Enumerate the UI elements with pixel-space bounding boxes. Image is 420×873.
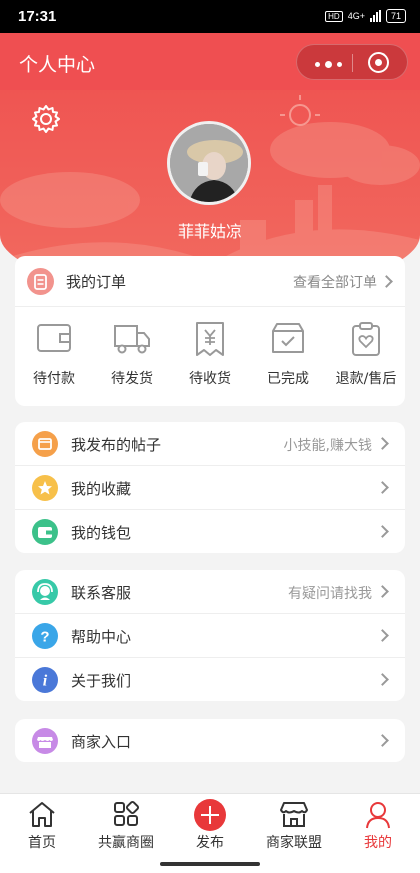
menu-item-label: 帮助中心 [71,628,132,646]
menu-item-label: 我的收藏 [71,480,132,498]
svg-text:i: i [43,673,48,690]
network-label: 4G+ [347,11,365,21]
tab-publish[interactable]: 发布 [168,794,252,855]
chevron-right-icon [376,673,389,686]
nav-bar: 个人中心 [0,33,420,90]
menu-item-about-us[interactable]: i 关于我们 [15,658,405,702]
post-icon [32,431,58,457]
tab-label: 共赢商圈 [98,835,154,851]
chevron-right-icon [376,734,389,747]
grid-icon [114,800,140,826]
menu-group-1: 我发布的帖子 小技能,赚大钱 我的收藏 我的钱包 [15,422,405,553]
close-target-icon[interactable] [368,52,389,73]
settings-gear-icon[interactable] [31,104,61,134]
box-check-icon [272,323,304,353]
user-icon [366,802,390,829]
battery-icon: 71 [385,9,406,23]
signal-icon [369,10,381,22]
question-icon: ? [32,623,58,649]
order-status-list: 待付款 待发货 待收货 已完成 退款/售后 [15,307,405,406]
plus-icon [194,799,226,831]
order-completed[interactable]: 已完成 [249,307,327,406]
order-pending-receipt[interactable]: 待收货 [171,307,249,406]
view-all-orders-link[interactable]: 查看全部订单 [293,272,377,292]
svg-text:?: ? [40,629,49,646]
tab-business-circle[interactable]: 共赢商圈 [84,794,168,855]
home-indicator [0,855,420,873]
truck-icon [114,325,150,354]
menu-item-hint: 小技能,赚大钱 [283,438,372,454]
chevron-right-icon [376,437,389,450]
chevron-right-icon [376,525,389,538]
menu-item-favorites[interactable]: 我的收藏 [15,466,405,510]
tab-label: 发布 [196,835,224,851]
order-refund-aftersale[interactable]: 退款/售后 [327,307,405,406]
order-status-label: 待发货 [111,371,153,387]
receipt-icon [196,322,224,356]
menu-group-2: 联系客服 有疑问请找我 ? 帮助中心 i 关于我们 [15,570,405,701]
capsule-divider [352,54,353,72]
more-icon[interactable] [315,61,342,68]
page-title: 个人中心 [19,54,96,76]
menu-item-wallet[interactable]: 我的钱包 [15,510,405,554]
order-status-label: 待收货 [189,371,231,387]
menu-item-label: 联系客服 [71,584,132,602]
tab-mine[interactable]: 我的 [336,794,420,855]
clipboard-heart-icon [352,322,380,356]
menu-item-my-posts[interactable]: 我发布的帖子 小技能,赚大钱 [15,422,405,466]
order-status-label: 退款/售后 [335,371,397,387]
avatar[interactable] [167,121,251,205]
status-icons: HD 4G+ 71 [325,9,406,23]
orders-card: 我的订单 查看全部订单 待付款 待发货 待收货 已完成 退款/售后 [15,256,405,406]
tab-label: 我的 [364,835,392,851]
order-status-label: 已完成 [267,371,309,387]
order-status-label: 待付款 [33,371,75,387]
wallet-icon [32,519,58,545]
store-icon [280,802,308,827]
menu-item-label: 我的钱包 [71,524,132,542]
menu-item-label: 关于我们 [71,672,132,690]
order-pending-shipment[interactable]: 待发货 [93,307,171,406]
tab-merchant-alliance[interactable]: 商家联盟 [252,794,336,855]
home-icon [29,802,55,827]
status-time: 17:31 [18,8,57,25]
chevron-right-icon [380,275,393,288]
mini-program-capsule [296,44,408,80]
menu-item-customer-service[interactable]: 联系客服 有疑问请找我 [15,570,405,614]
menu-item-help-center[interactable]: ? 帮助中心 [15,614,405,658]
tab-bar: 首页 共赢商圈 发布 商家联盟 我的 [0,793,420,855]
hd-icon: HD [325,10,343,22]
orders-icon [27,268,54,295]
tab-label: 首页 [28,835,56,851]
chevron-right-icon [376,585,389,598]
username: 菲菲姑凉 [177,222,242,241]
menu-item-merchant-entry[interactable]: 商家入口 [15,719,405,762]
chevron-right-icon [376,481,389,494]
menu-group-3: 商家入口 [15,719,405,762]
chevron-right-icon [376,629,389,642]
menu-item-label: 商家入口 [71,733,132,751]
tab-home[interactable]: 首页 [0,794,84,855]
tab-label: 商家联盟 [266,835,322,851]
info-icon: i [32,667,58,693]
menu-item-hint: 有疑问请找我 [288,586,372,602]
customer-service-icon [32,579,58,605]
orders-title: 我的订单 [66,273,127,291]
star-icon [32,475,58,501]
status-bar: 17:31 HD 4G+ 71 [0,0,420,33]
order-pending-payment[interactable]: 待付款 [15,307,93,406]
wallet-icon [37,324,71,352]
menu-item-label: 我发布的帖子 [71,436,162,454]
orders-header[interactable]: 我的订单 查看全部订单 [15,256,405,307]
shop-icon [32,728,58,754]
